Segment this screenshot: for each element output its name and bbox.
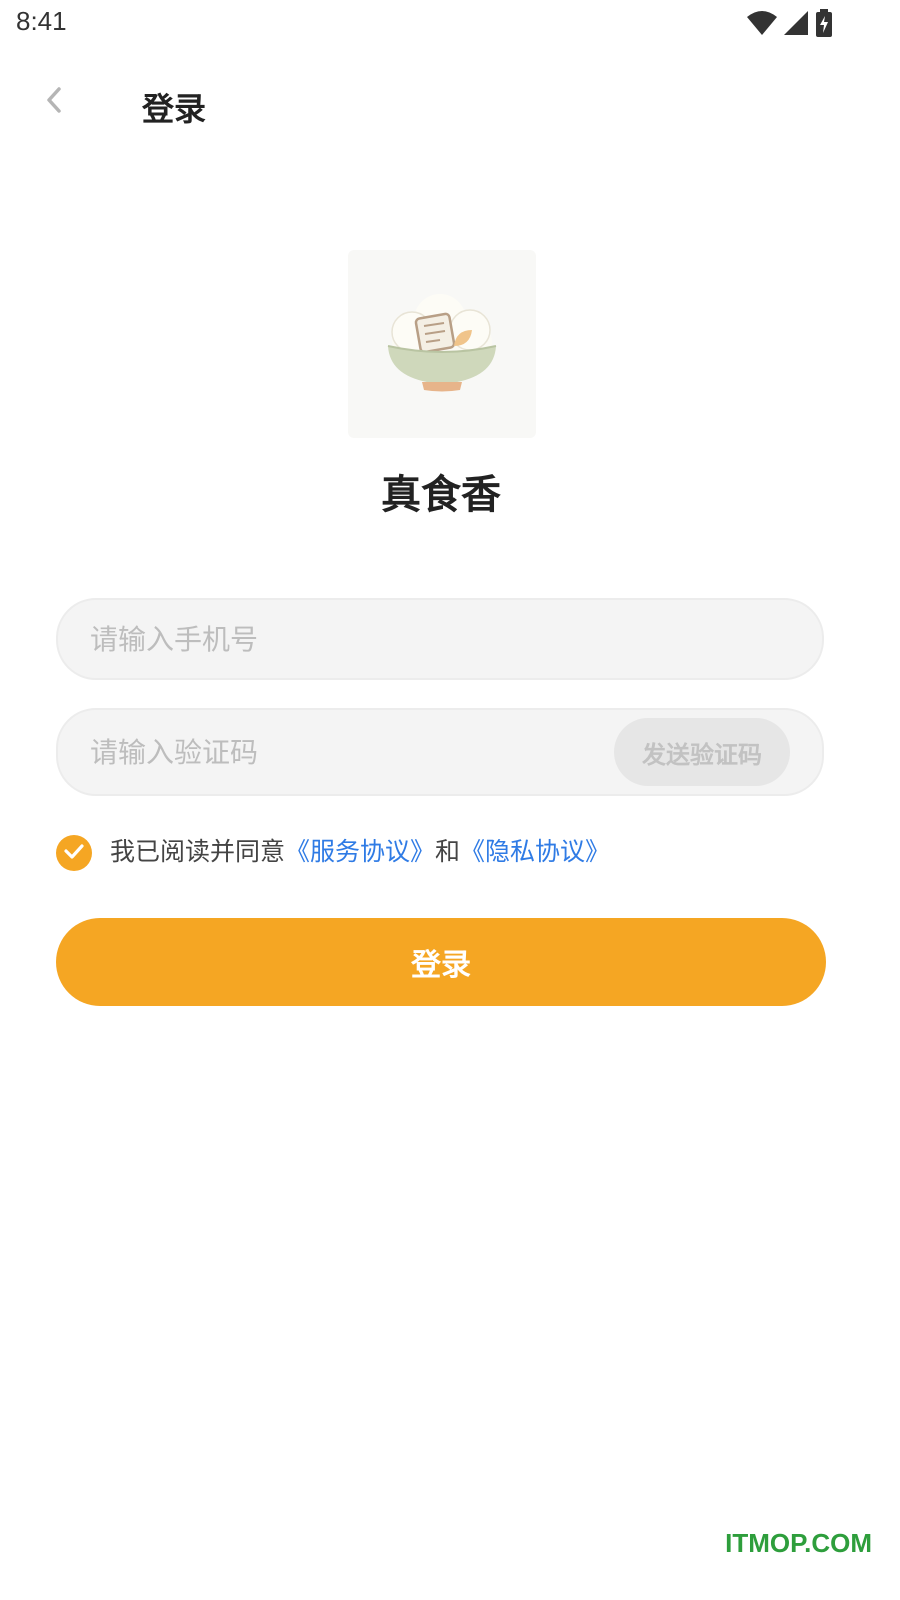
app-logo bbox=[348, 250, 536, 438]
back-button[interactable] bbox=[32, 80, 76, 124]
service-agreement-link[interactable]: 《服务协议》 bbox=[285, 837, 435, 866]
page-title: 登录 bbox=[142, 90, 207, 128]
nav-bar: 登录 bbox=[0, 60, 900, 150]
code-field[interactable]: 发送验证码 bbox=[56, 708, 824, 796]
agreement-prefix: 我已阅读并同意 bbox=[110, 837, 286, 866]
status-icons bbox=[746, 8, 834, 42]
privacy-agreement-link[interactable]: 《隐私协议》 bbox=[460, 837, 610, 866]
watermark: ITMOP.COM bbox=[725, 1528, 872, 1558]
login-button[interactable]: 登录 bbox=[56, 918, 826, 1006]
agreement-row: 我已阅读并同意《服务协议》和《隐私协议》 bbox=[56, 826, 610, 874]
phone-field[interactable] bbox=[56, 598, 824, 680]
chevron-left-icon bbox=[43, 85, 65, 119]
status-time: 8:41 bbox=[16, 6, 67, 36]
agreement-text: 我已阅读并同意《服务协议》和《隐私协议》 bbox=[110, 832, 610, 868]
send-code-button[interactable]: 发送验证码 bbox=[614, 718, 790, 786]
wifi-icon bbox=[746, 9, 778, 41]
agreement-checkbox[interactable] bbox=[56, 835, 92, 871]
rice-bowl-logo-icon bbox=[387, 294, 497, 392]
agreement-joiner: 和 bbox=[435, 837, 461, 866]
verification-code-input[interactable] bbox=[90, 710, 610, 794]
phone-input[interactable] bbox=[90, 600, 790, 678]
cellular-signal-icon bbox=[782, 9, 810, 41]
status-bar: 8:41 bbox=[0, 0, 900, 50]
checkmark-icon bbox=[63, 842, 85, 864]
battery-charging-icon bbox=[814, 8, 834, 42]
app-name: 真食香 bbox=[381, 472, 501, 518]
